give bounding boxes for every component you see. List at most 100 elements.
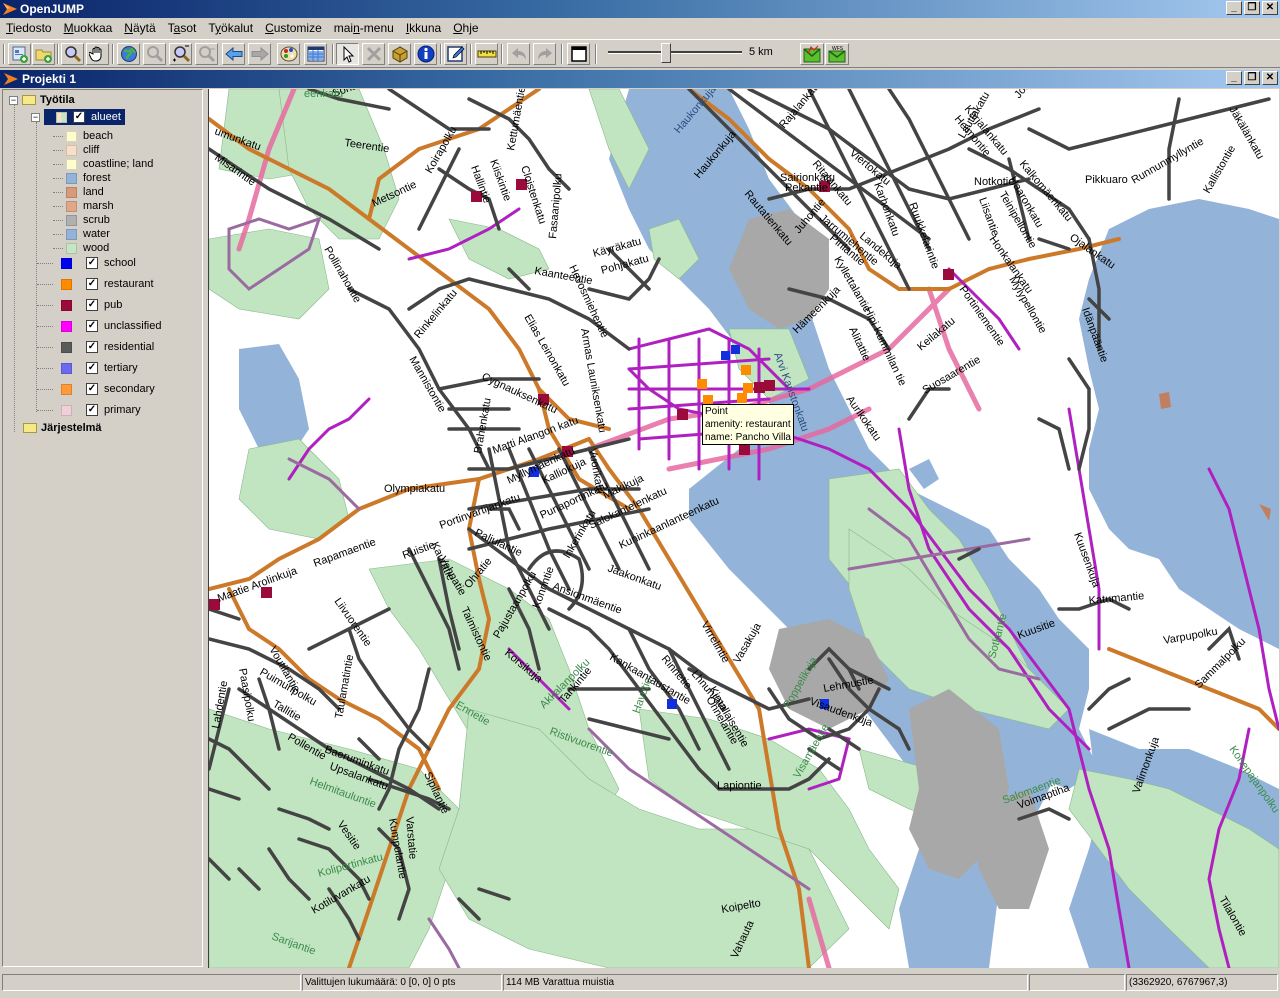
zoom-to-fence-button[interactable] — [195, 43, 218, 65]
status-selection-count: Valittujen lukumäärä: 0 [0, 0] 0 pts — [302, 974, 502, 991]
pan-button[interactable] — [86, 43, 109, 65]
redo-button[interactable] — [533, 43, 556, 65]
new-layer-button[interactable] — [32, 43, 55, 65]
zoom-to-selected-button[interactable] — [143, 43, 166, 65]
delete-vertex-icon — [366, 46, 381, 62]
menu-tiedosto[interactable]: Tiedosto — [0, 21, 58, 35]
tooltip-line: amenity: restaurant — [705, 419, 791, 430]
toolbar-separator — [57, 44, 59, 64]
school-point — [731, 345, 740, 354]
minimize-button[interactable]: _ — [1226, 1, 1242, 15]
restore-button[interactable]: ❐ — [1244, 1, 1260, 15]
undo-button[interactable] — [507, 43, 530, 65]
project-close-button[interactable]: ✕ — [1262, 71, 1278, 85]
pub-point — [739, 444, 750, 455]
layer-visibility-checkbox[interactable]: ✓ — [86, 362, 98, 374]
layer-visibility-checkbox[interactable]: ✓ — [86, 404, 98, 416]
hand-icon — [88, 46, 101, 62]
layer-visibility-checkbox[interactable]: ✓ — [86, 383, 98, 395]
close-button[interactable]: ✕ — [1262, 1, 1278, 15]
wms-icon — [803, 45, 821, 63]
menu-työkalut[interactable]: Työkalut — [202, 21, 259, 35]
scale-slider-thumb[interactable] — [660, 43, 671, 63]
layer-visibility-checkbox[interactable]: ✓ — [86, 278, 98, 290]
street-label: Rapamaentie — [312, 536, 378, 570]
layer-visibility-checkbox[interactable]: ✓ — [73, 111, 85, 123]
feature-info-button[interactable] — [388, 43, 411, 65]
tree-node-layer-alueet[interactable]: − ✓ alueet — [31, 109, 125, 125]
menu-näytä[interactable]: Näytä — [118, 21, 161, 35]
app-titlebar: OpenJUMP _ ❐ ✕ — [0, 0, 1280, 18]
project-restore-button[interactable]: ❐ — [1244, 71, 1260, 85]
menu-muokkaa[interactable]: Muokkaa — [58, 21, 119, 35]
status-coordinates: (3362920, 6767967,3) — [1126, 974, 1278, 991]
select-features-button[interactable] — [336, 43, 359, 65]
project-icon — [4, 73, 18, 85]
wms-button[interactable] — [800, 43, 824, 65]
tree-node-layer-unclassified[interactable]: ✓ unclassified — [61, 319, 161, 333]
legend-item-cliff: cliff — [66, 143, 99, 157]
tree-node-workspace[interactable]: − Työtila — [9, 93, 75, 107]
tree-node-system[interactable]: Järjestelmä — [9, 421, 102, 435]
layer-style-icon — [61, 320, 72, 332]
tree-node-layer-pub[interactable]: ✓ pub — [61, 298, 122, 312]
map-view[interactable]: Sonaattie Teerentie Metsontie Koirapolku… — [208, 89, 1279, 968]
zoom-icon — [64, 46, 81, 63]
legend-label: cliff — [83, 144, 100, 156]
menu-customize[interactable]: Customize — [259, 21, 328, 35]
menu-ikkuna[interactable]: Ikkuna — [400, 21, 447, 35]
zoom-next-button[interactable] — [248, 43, 271, 65]
pub-point — [943, 269, 954, 280]
new-category-button[interactable] — [8, 43, 31, 65]
tree-node-layer-school[interactable]: ✓ school — [61, 256, 136, 270]
tree-node-layer-restaurant[interactable]: ✓ restaurant — [61, 277, 154, 291]
change-styles-button[interactable] — [277, 43, 300, 65]
street-label: Keilakatu — [915, 315, 957, 353]
zoom-button[interactable] — [61, 43, 84, 65]
tree-node-layer-tertiary[interactable]: ✓ tertiary — [61, 361, 138, 375]
new-window-button[interactable] — [567, 43, 590, 65]
scale-slider-track[interactable] — [608, 51, 742, 54]
wfs-button[interactable]: WFS — [825, 43, 849, 65]
street-label: Karhonkatu — [871, 181, 902, 238]
layer-style-icon — [61, 404, 72, 416]
legend-item-forest: forest — [66, 171, 111, 185]
statusbar: Valittujen lukumäärä: 0 [0, 0] 0 pts 114… — [0, 972, 1280, 992]
tree-node-layer-secondary[interactable]: ✓ secondary — [61, 382, 155, 396]
globe-icon — [120, 46, 137, 62]
info-button[interactable] — [414, 43, 437, 65]
tree-node-layer-residential[interactable]: ✓ residential — [61, 340, 154, 354]
layer-style-icon — [61, 257, 72, 269]
menu-tasot[interactable]: Tasot — [162, 21, 203, 35]
collapse-icon[interactable]: − — [31, 112, 40, 122]
toolbar-separator — [595, 44, 597, 64]
edit-toolbox-button[interactable] — [444, 43, 467, 65]
restaurant-points[interactable] — [697, 365, 753, 405]
collapse-icon[interactable]: − — [9, 95, 18, 105]
layer-style-icon — [61, 278, 72, 290]
layer-visibility-checkbox[interactable]: ✓ — [86, 257, 98, 269]
attribute-table-button[interactable] — [304, 43, 327, 65]
legend-item-water: water — [66, 227, 110, 241]
street-label: Sammalpolku — [1193, 636, 1249, 692]
street-label: Lapiontie — [717, 780, 762, 792]
path — [427, 917, 461, 968]
zoom-full-extent-button[interactable] — [117, 43, 140, 65]
delete-vertex-button[interactable] — [362, 43, 385, 65]
menu-main-menu[interactable]: main-menu — [328, 21, 400, 35]
app-title: OpenJUMP — [20, 2, 85, 16]
tree-node-layer-primary[interactable]: ✓ primary — [61, 403, 141, 417]
tree-line — [53, 206, 63, 207]
layer-visibility-checkbox[interactable]: ✓ — [86, 299, 98, 311]
menu-ohje[interactable]: Ohje — [447, 21, 484, 35]
layer-visibility-checkbox[interactable]: ✓ — [86, 341, 98, 353]
legend-label: scrub — [83, 214, 110, 226]
measure-button[interactable] — [475, 43, 498, 65]
tree-line — [37, 347, 53, 348]
wfs-icon: WFS — [828, 46, 846, 63]
project-minimize-button[interactable]: _ — [1226, 71, 1242, 85]
zoom-previous-button[interactable] — [222, 43, 245, 65]
map-canvas[interactable]: Sonaattie Teerentie Metsontie Koirapolku… — [209, 89, 1279, 968]
layer-visibility-checkbox[interactable]: ✓ — [86, 320, 98, 332]
zoom-in-out-button[interactable] — [169, 43, 192, 65]
